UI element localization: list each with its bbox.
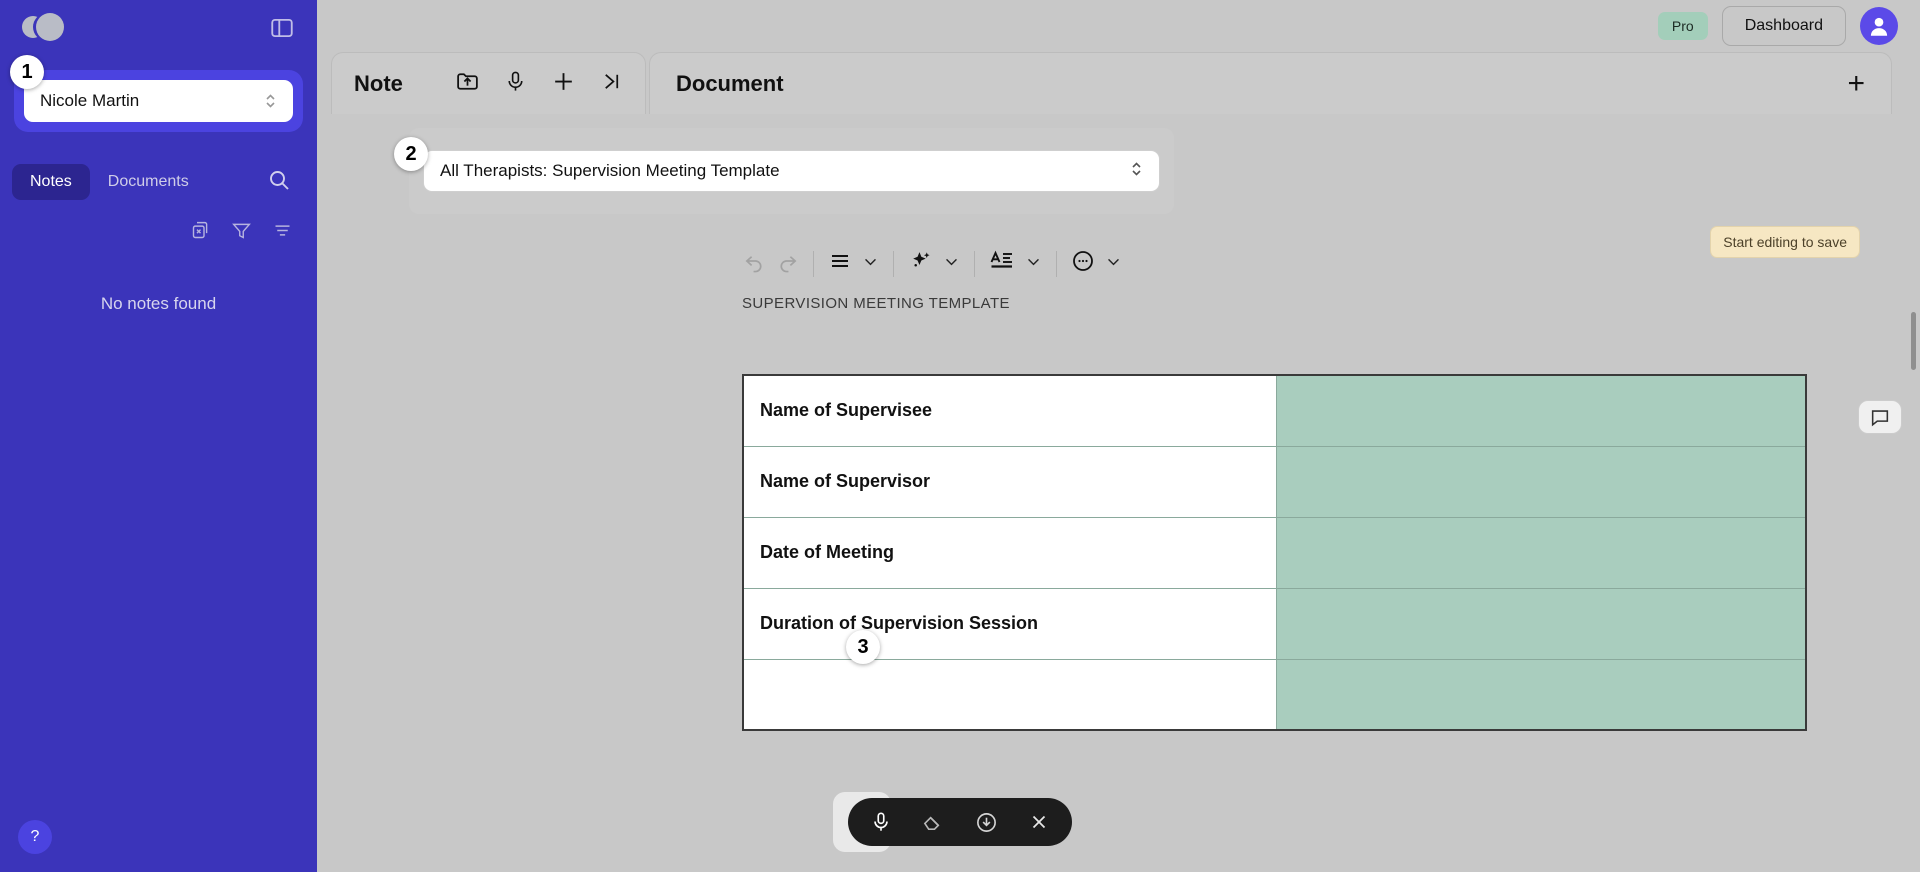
chevron-updown-icon [264,92,277,110]
callout-badge-2: 2 [394,137,428,171]
collapse-right-icon[interactable] [600,70,623,98]
table-row[interactable]: Duration of Supervision Session [742,587,1807,660]
panel-headers: Note Document + [317,52,1920,114]
supervision-table: Name of Supervisee Name of Supervisor Da… [742,374,1807,731]
document-panel-header: Document + [649,52,1892,114]
app-root: Nicole Martin Notes Documents No notes f… [0,0,1920,872]
table-cell-label: Duration of Supervision Session [742,587,1277,660]
undo-icon[interactable] [743,250,766,278]
dashboard-button[interactable]: Dashboard [1721,6,1846,46]
callout-badge-3: 3 [846,630,880,664]
chevron-down-icon[interactable] [943,253,960,275]
erase-icon[interactable] [922,811,945,834]
download-icon[interactable] [975,811,998,834]
help-button[interactable]: ? [18,820,52,854]
sidebar: Nicole Martin Notes Documents No notes f… [0,0,317,872]
redo-icon[interactable] [776,250,799,278]
user-name: Nicole Martin [40,91,140,110]
sidebar-tabs: Notes Documents [0,158,317,206]
table-row[interactable]: Name of Supervisor [742,445,1807,518]
chevron-updown-icon [1130,160,1143,183]
table-cell-value[interactable] [1275,374,1807,447]
callout-badge-1: 1 [10,55,44,89]
document-subtitle: SUPERVISION MEETING TEMPLATE [742,295,1010,312]
avatar[interactable] [1860,7,1898,45]
template-select[interactable]: All Therapists: Supervision Meeting Temp… [423,150,1160,192]
microphone-icon[interactable] [504,70,527,98]
sort-icon[interactable] [272,220,293,246]
main-area: Pro Dashboard Note Document + All Therap… [317,0,1920,872]
note-panel-title: Note [354,70,403,96]
table-cell-label: Name of Supervisee [742,374,1277,447]
list-icon[interactable] [828,249,852,278]
notes-tool-row [0,206,317,246]
folder-upload-icon[interactable] [455,69,480,99]
close-icon[interactable] [1028,811,1050,833]
panel-toggle-icon[interactable] [269,15,295,41]
ai-sparkle-icon[interactable] [908,249,933,279]
notes-empty-state: No notes found [100,294,217,313]
filter-icon[interactable] [231,220,252,246]
user-select[interactable]: Nicole Martin [24,80,293,122]
table-cell-value[interactable] [1275,516,1807,589]
chevron-down-icon[interactable] [1025,253,1042,275]
note-panel-header: Note [331,52,646,114]
top-bar: Pro Dashboard [317,0,1920,52]
table-row[interactable] [742,658,1807,731]
table-cell-value[interactable] [1275,587,1807,660]
scrollbar[interactable] [1911,312,1916,370]
table-row[interactable]: Date of Meeting [742,516,1807,589]
template-picker-card: All Therapists: Supervision Meeting Temp… [409,128,1174,214]
table-row[interactable]: Name of Supervisee [742,374,1807,447]
save-hint-banner: Start editing to save [1710,226,1860,258]
plus-icon[interactable] [551,69,576,99]
status-badge: Pro [1657,12,1708,40]
chevron-down-icon[interactable] [862,253,879,275]
table-cell-value[interactable] [1275,658,1807,731]
text-format-icon[interactable] [989,248,1015,279]
table-cell-label [742,658,1277,731]
tab-documents[interactable]: Documents [90,164,207,200]
recording-toolbar [848,798,1072,846]
copy-disabled-icon[interactable] [190,220,211,246]
table-cell-value[interactable] [1275,445,1807,518]
user-switcher[interactable]: Nicole Martin [14,70,303,132]
microphone-icon[interactable] [870,811,892,833]
add-document-button[interactable]: + [1847,68,1865,99]
app-logo [22,13,64,43]
document-panel-title: Document [676,70,784,96]
emoji-icon[interactable] [1071,249,1095,278]
tab-notes[interactable]: Notes [12,164,90,200]
chevron-down-icon[interactable] [1105,253,1122,275]
table-cell-label: Name of Supervisor [742,445,1277,518]
comment-icon[interactable] [1858,400,1902,434]
sidebar-header [0,0,317,56]
template-selected-value: All Therapists: Supervision Meeting Temp… [440,161,780,180]
search-icon[interactable] [267,168,291,197]
table-cell-label: Date of Meeting [742,516,1277,589]
